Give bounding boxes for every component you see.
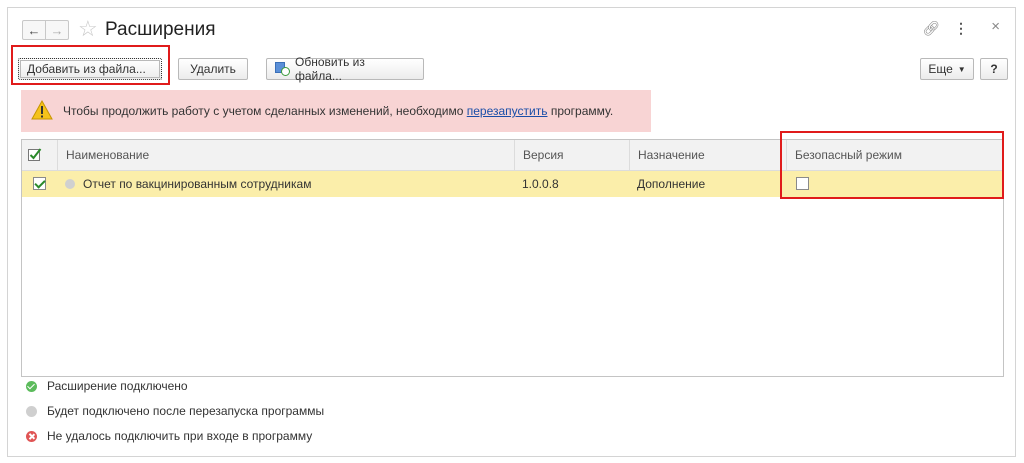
active-checkbox[interactable]: [33, 177, 46, 190]
forward-button[interactable]: →: [45, 20, 69, 40]
help-button[interactable]: ?: [980, 58, 1008, 80]
legend-label: Не удалось подключить при входе в програ…: [47, 429, 313, 443]
highlight-add-button: [11, 45, 170, 85]
update-from-file-button[interactable]: Обновить из файла...: [266, 55, 424, 83]
error-circle-icon: [26, 431, 37, 442]
legend-item-connected: Расширение подключено: [26, 378, 188, 394]
warning-text-after: программу.: [547, 104, 614, 118]
status-pending-icon: [65, 179, 75, 189]
chevron-down-icon: ▼: [957, 64, 966, 74]
legend-item-after-restart: Будет подключено после перезапуска прогр…: [26, 403, 324, 419]
kebab-menu-icon[interactable]: ⋮: [954, 20, 968, 37]
close-icon[interactable]: ×: [991, 18, 1000, 35]
active-column-icon[interactable]: [28, 147, 42, 161]
column-header-name[interactable]: Наименование: [57, 140, 514, 170]
warning-text: Чтобы продолжить работу с учетом сделанн…: [63, 104, 613, 118]
legend-label: Будет подключено после перезапуска прогр…: [47, 404, 325, 418]
column-header-version[interactable]: Версия: [514, 140, 629, 170]
arrow-right-icon: →: [50, 22, 64, 38]
link-icon[interactable]: 🔗︎: [922, 20, 940, 37]
legend-label: Расширение подключено: [47, 379, 188, 393]
extensions-window: ← → ☆ Расширения 🔗︎ ⋮ × Добавить из файл…: [7, 7, 1016, 457]
arrow-left-icon: ←: [27, 22, 41, 38]
more-button[interactable]: Еще ▼: [920, 58, 974, 80]
extension-name-cell: Отчет по вакцинированным сотрудникам: [57, 171, 514, 197]
warning-text-before: Чтобы продолжить работу с учетом сделанн…: [63, 104, 467, 118]
star-icon[interactable]: ☆: [78, 17, 98, 41]
restart-link[interactable]: перезапустить: [467, 104, 548, 118]
page-title: Расширения: [105, 19, 216, 40]
delete-button[interactable]: Удалить: [178, 58, 248, 80]
check-circle-icon: [26, 381, 37, 392]
title-bar: ← → ☆ Расширения 🔗︎ ⋮ ×: [18, 14, 1008, 44]
back-button[interactable]: ←: [22, 20, 46, 40]
help-label: ?: [990, 62, 998, 76]
extension-version: 1.0.0.8: [522, 177, 559, 191]
more-label: Еще: [928, 62, 953, 76]
delete-label: Удалить: [190, 62, 236, 76]
warning-icon: [31, 100, 53, 120]
gray-circle-icon: [26, 406, 37, 417]
highlight-safe-mode: [780, 131, 1004, 199]
legend-item-failed: Не удалось подключить при входе в програ…: [26, 428, 312, 444]
restart-warning: Чтобы продолжить работу с учетом сделанн…: [21, 90, 651, 132]
column-header-purpose[interactable]: Назначение: [629, 140, 786, 170]
update-extension-icon: [275, 62, 290, 76]
extension-purpose: Дополнение: [637, 177, 706, 191]
extension-name: Отчет по вакцинированным сотрудникам: [83, 177, 312, 191]
update-from-file-label: Обновить из файла...: [294, 55, 365, 83]
